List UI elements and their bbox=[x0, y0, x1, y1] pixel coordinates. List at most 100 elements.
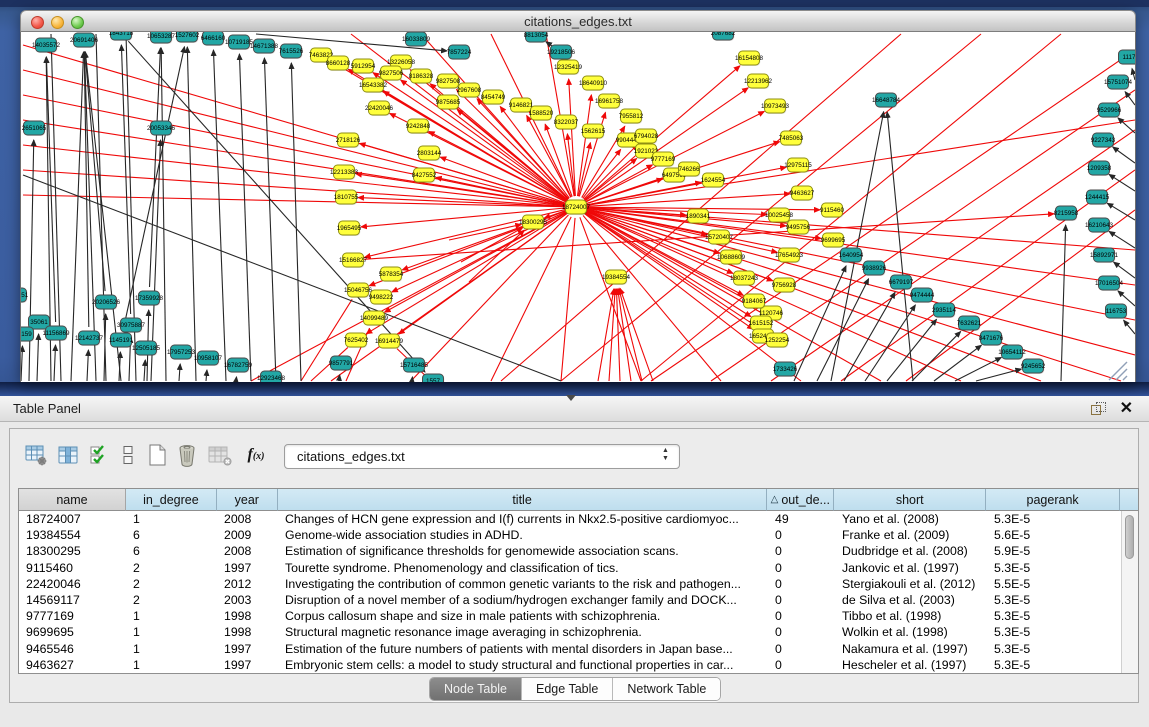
table-cell[interactable]: 2009 bbox=[217, 527, 278, 543]
citation-edge-black[interactable] bbox=[239, 54, 251, 381]
graph-node[interactable]: 19384554 bbox=[602, 270, 631, 285]
table-cell[interactable]: 0 bbox=[768, 657, 835, 673]
table-cell[interactable]: 0 bbox=[768, 560, 835, 576]
column-header-title[interactable]: title bbox=[278, 489, 768, 511]
table-cell[interactable]: 0 bbox=[768, 576, 835, 592]
graph-node[interactable]: 1640954 bbox=[839, 248, 864, 263]
graph-node[interactable]: 39159 bbox=[21, 327, 34, 342]
table-cell[interactable]: Embryonic stem cells: a model to study s… bbox=[278, 657, 768, 673]
citation-edge-red[interactable] bbox=[587, 210, 1135, 355]
table-cell[interactable]: 5.3E-5 bbox=[987, 624, 1121, 640]
table-cell[interactable]: 19384554 bbox=[19, 527, 126, 543]
table-cell[interactable]: 0 bbox=[768, 527, 835, 543]
citation-edge-red[interactable] bbox=[586, 210, 1121, 381]
graph-node[interactable]: 9857791 bbox=[329, 356, 354, 371]
column-header-year[interactable]: year bbox=[217, 489, 278, 511]
table-cell[interactable]: 2008 bbox=[217, 543, 278, 559]
citation-edge-black[interactable] bbox=[206, 370, 207, 381]
delete-column-icon-disabled[interactable] bbox=[206, 441, 234, 469]
graph-node[interactable]: 8454749 bbox=[481, 90, 506, 105]
scrollbar-thumb[interactable] bbox=[1125, 515, 1134, 559]
citation-edge-black[interactable] bbox=[54, 345, 56, 381]
graph-node[interactable]: 16033809 bbox=[402, 32, 431, 47]
graph-node[interactable]: 7632621 bbox=[957, 316, 982, 331]
float-panel-icon[interactable] bbox=[1091, 402, 1105, 416]
column-header-name[interactable]: name bbox=[19, 489, 126, 511]
citation-edge-black[interactable] bbox=[179, 364, 180, 381]
graph-node[interactable]: 15751074 bbox=[1104, 75, 1133, 90]
new-table-icon[interactable] bbox=[143, 441, 171, 469]
citation-edge-black[interactable] bbox=[21, 346, 22, 381]
graph-node[interactable]: 9498222 bbox=[369, 290, 394, 305]
citation-edge-black[interactable] bbox=[1132, 69, 1135, 80]
table-cell[interactable]: 5.3E-5 bbox=[987, 641, 1121, 657]
table-cell[interactable]: 18724007 bbox=[19, 511, 126, 527]
graph-node[interactable]: 17654923 bbox=[775, 248, 804, 263]
graph-node[interactable]: 9242848 bbox=[406, 119, 431, 134]
graph-node[interactable]: 7857224 bbox=[447, 45, 472, 60]
graph-node[interactable]: 12213962 bbox=[744, 74, 773, 89]
table-cell[interactable]: 49 bbox=[768, 511, 835, 527]
graph-node[interactable]: 1890341 bbox=[686, 209, 711, 224]
table-cell[interactable]: 2012 bbox=[217, 576, 278, 592]
graph-node[interactable]: 1588520 bbox=[529, 106, 554, 121]
graph-node[interactable]: 10688609 bbox=[717, 250, 746, 265]
graph-node[interactable]: 30975887 bbox=[117, 318, 146, 333]
graph-node[interactable]: 9184067 bbox=[742, 294, 767, 309]
table-row[interactable]: 946554611997Estimation of the future num… bbox=[19, 641, 1121, 657]
graph-node[interactable]: 9227343 bbox=[1091, 133, 1116, 148]
graph-node[interactable]: 9529966 bbox=[1097, 103, 1122, 118]
table-cell[interactable]: Nakamura et al. (1997) bbox=[835, 641, 987, 657]
citation-edge-black[interactable] bbox=[912, 332, 961, 381]
graph-node[interactable]: 9699695 bbox=[821, 233, 846, 248]
table-row[interactable]: 946362711997Embryonic stem cells: a mode… bbox=[19, 657, 1121, 673]
function-builder-icon[interactable]: f(x) bbox=[242, 441, 270, 469]
graph-node[interactable]: 14671388 bbox=[250, 39, 279, 54]
graph-node[interactable]: 9245652 bbox=[1021, 359, 1046, 374]
table-cell[interactable]: Structural magnetic resonance image aver… bbox=[278, 624, 768, 640]
graph-node[interactable]: 10653287 bbox=[147, 32, 176, 44]
table-cell[interactable]: 1 bbox=[126, 641, 217, 657]
table-cell[interactable]: 5.3E-5 bbox=[987, 608, 1121, 624]
table-cell[interactable]: 1997 bbox=[217, 641, 278, 657]
network-window-titlebar[interactable]: citations_edges.txt bbox=[20, 10, 1136, 32]
citation-edge-red[interactable] bbox=[641, 34, 1061, 381]
citation-edge-black[interactable] bbox=[161, 48, 166, 381]
graph-node[interactable]: 12213383 bbox=[330, 165, 359, 180]
table-cell[interactable]: Investigating the contribution of common… bbox=[278, 576, 768, 592]
table-cell[interactable]: 0 bbox=[768, 641, 835, 657]
table-cell[interactable]: 22420046 bbox=[19, 576, 126, 592]
graph-node[interactable]: 8322037 bbox=[554, 115, 579, 130]
canvas-resize-grip[interactable] bbox=[1109, 362, 1127, 380]
table-cell[interactable]: Disruption of a novel member of a sodium… bbox=[278, 592, 768, 608]
graph-node[interactable]: 16782759 bbox=[224, 358, 253, 373]
citation-edge-red[interactable] bbox=[578, 143, 590, 197]
graph-node[interactable]: 1209358 bbox=[1087, 161, 1112, 176]
citation-edge-black[interactable] bbox=[1113, 147, 1135, 163]
citation-edge-black[interactable] bbox=[123, 47, 184, 330]
graph-node[interactable]: 8471676 bbox=[979, 331, 1004, 346]
table-cell[interactable]: 1 bbox=[126, 624, 217, 640]
citation-edge-black[interactable] bbox=[817, 279, 869, 381]
splitter-collapse-icon[interactable] bbox=[566, 395, 576, 401]
table-cell[interactable]: 5.3E-5 bbox=[987, 592, 1121, 608]
graph-node[interactable]: 8660128 bbox=[326, 56, 351, 71]
graph-node[interactable]: 12142737 bbox=[75, 331, 104, 346]
citation-edge-red[interactable] bbox=[620, 288, 653, 381]
table-settings-icon[interactable] bbox=[22, 441, 50, 469]
graph-node[interactable]: 7485063 bbox=[779, 131, 804, 146]
table-cell[interactable]: Franke et al. (2009) bbox=[835, 527, 987, 543]
graph-node[interactable]: 10973493 bbox=[761, 99, 790, 114]
show-columns-icon[interactable] bbox=[54, 441, 82, 469]
citation-edge-black[interactable] bbox=[339, 375, 340, 381]
graph-node[interactable]: 2967608 bbox=[457, 83, 482, 98]
graph-node[interactable]: 18037243 bbox=[730, 271, 759, 286]
graph-node[interactable]: 20206526 bbox=[92, 295, 121, 310]
graph-node[interactable]: 7955812 bbox=[619, 109, 644, 124]
graph-node[interactable]: 1252254 bbox=[765, 333, 790, 348]
graph-node[interactable]: 7615526 bbox=[279, 44, 304, 59]
citation-edge-black[interactable] bbox=[187, 47, 196, 381]
graph-node[interactable]: 16914479 bbox=[375, 334, 404, 349]
graph-node[interactable]: 8215958 bbox=[1054, 206, 1079, 221]
table-cell[interactable]: 2008 bbox=[217, 511, 278, 527]
